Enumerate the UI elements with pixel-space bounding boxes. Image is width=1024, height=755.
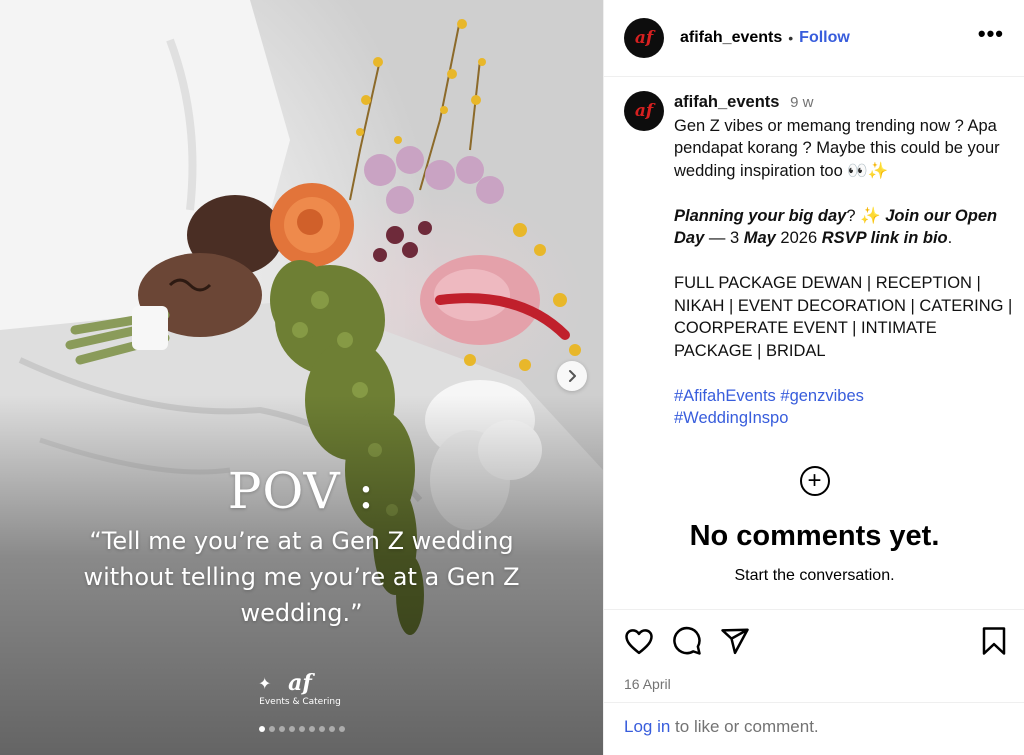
- more-horizontal-icon: •••: [977, 21, 1004, 46]
- caption-username[interactable]: afifah_events: [674, 93, 779, 111]
- empty-comments-subtitle: Start the conversation.: [734, 567, 895, 584]
- sparkle-icon: ✦: [258, 676, 272, 693]
- caption-text: afifah_events 9 w Gen Z vibes or memang …: [674, 91, 1014, 430]
- caption-plain-2: — 3: [704, 229, 744, 247]
- share-icon: [721, 628, 749, 654]
- caption-bold-3: May: [743, 229, 776, 247]
- carousel-dot: [288, 726, 295, 732]
- action-bar: 16 April: [604, 609, 1024, 692]
- carousel-dot: [318, 726, 325, 732]
- like-button[interactable]: [624, 627, 654, 660]
- carousel-dot: [308, 726, 315, 732]
- post-header: af afifah_events • Follow •••: [604, 0, 1024, 77]
- comment-button[interactable]: [672, 626, 702, 661]
- caption-plain-3: 2026: [775, 229, 822, 247]
- caption-hashtags: #AfifahEvents #genzvibes #WeddingInspo: [674, 385, 1014, 430]
- hashtag-link[interactable]: #genzvibes: [780, 387, 863, 405]
- chevron-right-icon: [569, 370, 576, 382]
- header-separator: •: [788, 30, 794, 46]
- carousel-dot: [338, 726, 345, 732]
- caption-plain-1: ? ✨: [846, 206, 886, 225]
- share-button[interactable]: [720, 626, 750, 661]
- caption-avatar[interactable]: af: [624, 91, 664, 131]
- caption-bold-1: Planning your big day: [674, 206, 847, 225]
- caption-plain-4: .: [947, 229, 953, 247]
- login-link[interactable]: Log in: [624, 717, 670, 736]
- carousel-dot: [298, 726, 305, 732]
- avatar[interactable]: af: [624, 18, 664, 58]
- comment-icon: [673, 626, 701, 655]
- save-button[interactable]: [981, 626, 1007, 661]
- caption-open-day: Planning your big day? ✨ Join our Open D…: [674, 205, 1014, 250]
- login-prompt: Log in to like or comment.: [604, 702, 1024, 755]
- carousel-dot: [258, 726, 265, 732]
- more-options-button[interactable]: •••: [978, 23, 1004, 47]
- caption-block: af afifah_events 9 w Gen Z vibes or mema…: [624, 91, 1014, 430]
- overlay-heading: POV :: [227, 462, 376, 520]
- comments-empty-state: + No comments yet. Start the conversatio…: [604, 466, 1024, 585]
- overlay-quote: “Tell me you’re at a Gen Z wedding witho…: [83, 527, 520, 627]
- caption-bold-4: RSVP link in bio: [821, 229, 948, 247]
- caption-packages: FULL PACKAGE DEWAN | RECEPTION | NIKAH |…: [674, 274, 1013, 360]
- caption-line: Gen Z vibes or memang trending now ? Apa…: [674, 116, 1000, 180]
- brand-tagline: Events & Catering: [259, 697, 341, 707]
- empty-comments-title: No comments yet.: [689, 520, 940, 552]
- brand-logo: ✦ af Events & Catering: [250, 672, 350, 707]
- caption-timestamp[interactable]: 9 w: [790, 94, 813, 111]
- carousel-dot: [268, 726, 275, 732]
- heart-icon: [625, 628, 653, 654]
- bookmark-icon: [982, 626, 1006, 655]
- post-media[interactable]: POV : “Tell me you’re at a Gen Z wedding…: [0, 0, 603, 755]
- hashtag-link[interactable]: #WeddingInspo: [674, 409, 788, 427]
- next-slide-button[interactable]: [557, 361, 587, 391]
- hashtag-link[interactable]: #AfifahEvents: [674, 387, 776, 405]
- login-prompt-text: to like or comment.: [670, 717, 819, 736]
- post-details-panel: af afifah_events • Follow ••• af afifah_…: [603, 0, 1024, 755]
- carousel-dot: [328, 726, 335, 732]
- add-circle-icon: +: [799, 466, 830, 496]
- header-username[interactable]: afifah_events: [680, 29, 782, 47]
- carousel-indicator: [0, 726, 603, 732]
- post-date[interactable]: 16 April: [624, 676, 1007, 692]
- follow-button[interactable]: Follow: [799, 29, 850, 47]
- carousel-dot: [278, 726, 285, 732]
